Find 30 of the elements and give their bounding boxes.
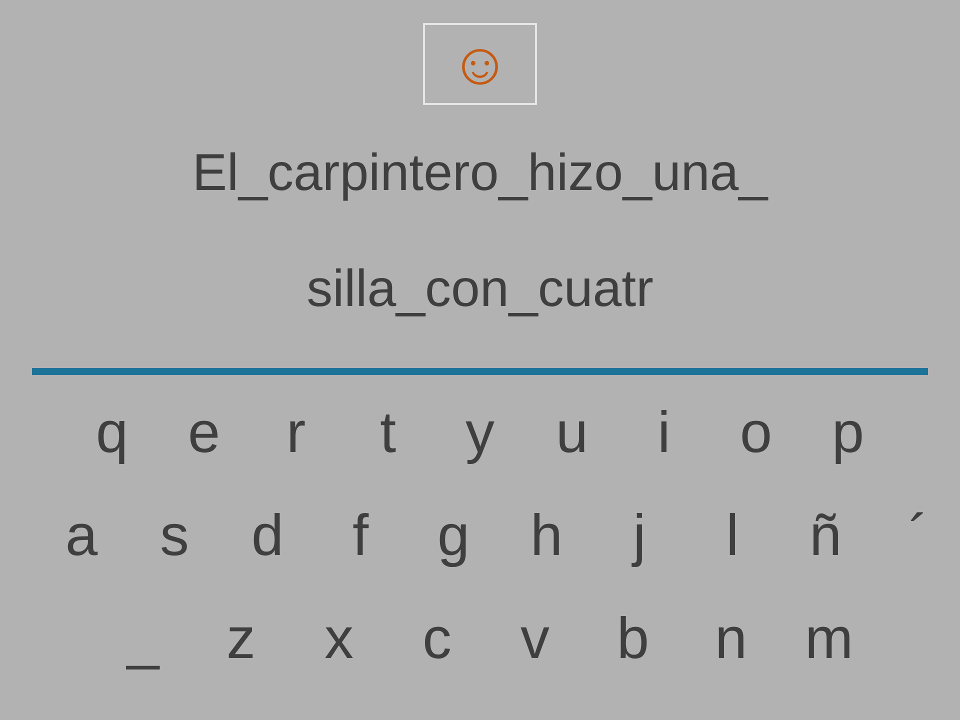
letter-key[interactable]: x (290, 610, 388, 668)
letter-key[interactable]: i (618, 404, 710, 462)
letter-key[interactable]: a (35, 506, 128, 564)
sentence-line: silla_con_cuatr (306, 259, 654, 320)
letter-key[interactable]: h (500, 506, 593, 564)
letter-key[interactable]: ñ (779, 506, 872, 564)
letter-key[interactable]: e (158, 404, 250, 462)
smiley-icon: ☺ (449, 34, 511, 94)
letter-key[interactable]: ´ (872, 506, 960, 564)
letter-key[interactable]: t (342, 404, 434, 462)
letter-key[interactable]: _ (94, 610, 192, 668)
letter-key[interactable]: z (192, 610, 290, 668)
letter-key[interactable]: d (221, 506, 314, 564)
letter-key[interactable]: r (250, 404, 342, 462)
letter-key[interactable]: o (710, 404, 802, 462)
letter-key[interactable]: j (593, 506, 686, 564)
letter-key[interactable]: s (128, 506, 221, 564)
letter-key[interactable]: y (434, 404, 526, 462)
letter-key[interactable]: c (388, 610, 486, 668)
letter-key[interactable]: g (407, 506, 500, 564)
sentence-line: El_carpintero_hizo_una_ (192, 143, 768, 204)
letter-key[interactable]: u (526, 404, 618, 462)
letter-key[interactable]: f (314, 506, 407, 564)
letter-key[interactable]: q (66, 404, 158, 462)
letter-key[interactable]: v (486, 610, 584, 668)
letter-key[interactable]: n (682, 610, 780, 668)
letter-key[interactable]: p (802, 404, 894, 462)
letter-key[interactable]: l (686, 506, 779, 564)
letter-key[interactable]: b (584, 610, 682, 668)
letter-key[interactable]: m (780, 610, 878, 668)
